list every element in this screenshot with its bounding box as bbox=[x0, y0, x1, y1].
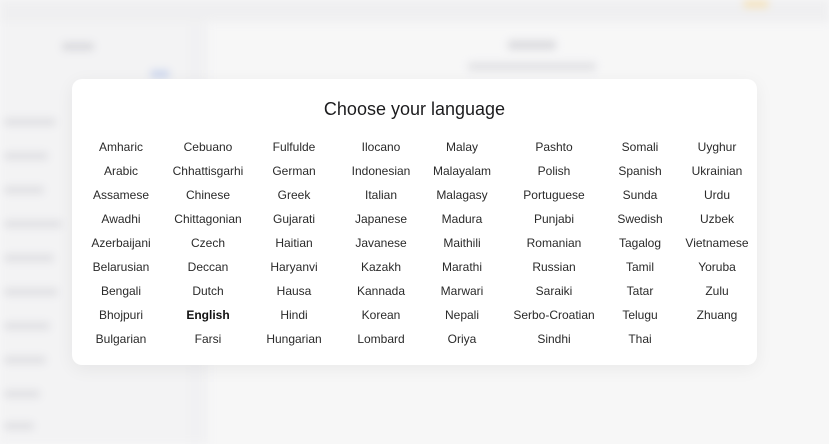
empty-cell bbox=[670, 327, 764, 351]
language-option[interactable]: Nepali bbox=[426, 303, 498, 327]
language-option[interactable]: Dutch bbox=[164, 279, 252, 303]
language-option[interactable]: Punjabi bbox=[498, 207, 610, 231]
language-option[interactable]: Tatar bbox=[610, 279, 670, 303]
language-option[interactable]: Korean bbox=[336, 303, 426, 327]
language-option[interactable]: Spanish bbox=[610, 159, 670, 183]
language-option[interactable]: Czech bbox=[164, 231, 252, 255]
language-option[interactable]: Kazakh bbox=[336, 255, 426, 279]
language-option[interactable]: Fulfulde bbox=[252, 135, 336, 159]
language-option[interactable]: Farsi bbox=[164, 327, 252, 351]
language-option[interactable]: Azerbaijani bbox=[78, 231, 164, 255]
language-option[interactable]: Zhuang bbox=[670, 303, 764, 327]
language-option[interactable]: Ilocano bbox=[336, 135, 426, 159]
language-option[interactable]: Marathi bbox=[426, 255, 498, 279]
language-option[interactable]: Greek bbox=[252, 183, 336, 207]
language-option[interactable]: Vietnamese bbox=[670, 231, 764, 255]
language-option[interactable]: Haryanvi bbox=[252, 255, 336, 279]
language-option[interactable]: Sunda bbox=[610, 183, 670, 207]
language-option[interactable]: Thai bbox=[610, 327, 670, 351]
language-option[interactable]: Urdu bbox=[670, 183, 764, 207]
language-option[interactable]: Malay bbox=[426, 135, 498, 159]
language-option[interactable]: Tagalog bbox=[610, 231, 670, 255]
language-option[interactable]: Yoruba bbox=[670, 255, 764, 279]
language-option[interactable]: Italian bbox=[336, 183, 426, 207]
language-option[interactable]: Uzbek bbox=[670, 207, 764, 231]
language-option[interactable]: Pashto bbox=[498, 135, 610, 159]
language-option[interactable]: Malagasy bbox=[426, 183, 498, 207]
language-option[interactable]: Serbo-Croatian bbox=[498, 303, 610, 327]
language-option[interactable]: Madura bbox=[426, 207, 498, 231]
modal-title: Choose your language bbox=[323, 99, 506, 119]
language-option[interactable]: Japanese bbox=[336, 207, 426, 231]
language-option[interactable]: Zulu bbox=[670, 279, 764, 303]
language-option[interactable]: Malayalam bbox=[426, 159, 498, 183]
language-option[interactable]: Belarusian bbox=[78, 255, 164, 279]
language-option[interactable]: Gujarati bbox=[252, 207, 336, 231]
language-option[interactable]: Somali bbox=[610, 135, 670, 159]
language-option[interactable]: Kannada bbox=[336, 279, 426, 303]
language-option[interactable]: Haitian bbox=[252, 231, 336, 255]
language-option[interactable]: Indonesian bbox=[336, 159, 426, 183]
language-option[interactable]: Polish bbox=[498, 159, 610, 183]
language-option[interactable]: Marwari bbox=[426, 279, 498, 303]
language-option[interactable]: Ukrainian bbox=[670, 159, 764, 183]
language-option[interactable]: Bengali bbox=[78, 279, 164, 303]
language-option[interactable]: Tamil bbox=[610, 255, 670, 279]
language-option[interactable]: Uyghur bbox=[670, 135, 764, 159]
language-option[interactable]: Hindi bbox=[252, 303, 336, 327]
language-option[interactable]: Assamese bbox=[78, 183, 164, 207]
language-option[interactable]: Swedish bbox=[610, 207, 670, 231]
language-option[interactable]: Amharic bbox=[78, 135, 164, 159]
language-option[interactable]: German bbox=[252, 159, 336, 183]
language-option[interactable]: Cebuano bbox=[164, 135, 252, 159]
language-option[interactable]: Chinese bbox=[164, 183, 252, 207]
language-option[interactable]: Oriya bbox=[426, 327, 498, 351]
language-option[interactable]: Maithili bbox=[426, 231, 498, 255]
language-option[interactable]: Chittagonian bbox=[164, 207, 252, 231]
language-option[interactable]: Telugu bbox=[610, 303, 670, 327]
language-modal: Choose your language Amharic Cebuano Fulfu… bbox=[72, 79, 757, 365]
app-window: Choose your language Amharic Cebuano Fulfu… bbox=[0, 0, 829, 444]
language-option[interactable]: English bbox=[164, 303, 252, 327]
language-grid: Amharic Cebuano Fulfulde Ilocano Malay Pashto… bbox=[78, 135, 750, 351]
language-option[interactable]: Romanian bbox=[498, 231, 610, 255]
language-option[interactable]: Hungarian bbox=[252, 327, 336, 351]
language-option[interactable]: Awadhi bbox=[78, 207, 164, 231]
language-option[interactable]: Saraiki bbox=[498, 279, 610, 303]
language-option[interactable]: Arabic bbox=[78, 159, 164, 183]
language-option[interactable]: Sindhi bbox=[498, 327, 610, 351]
language-option[interactable]: Lombard bbox=[336, 327, 426, 351]
language-option[interactable]: Bulgarian bbox=[78, 327, 164, 351]
language-option[interactable]: Hausa bbox=[252, 279, 336, 303]
language-option[interactable]: Russian bbox=[498, 255, 610, 279]
language-option[interactable]: Deccan bbox=[164, 255, 252, 279]
language-option[interactable]: Javanese bbox=[336, 231, 426, 255]
language-option[interactable]: Chhattisgarhi bbox=[164, 159, 252, 183]
language-option[interactable]: Portuguese bbox=[498, 183, 610, 207]
language-option[interactable]: Bhojpuri bbox=[78, 303, 164, 327]
